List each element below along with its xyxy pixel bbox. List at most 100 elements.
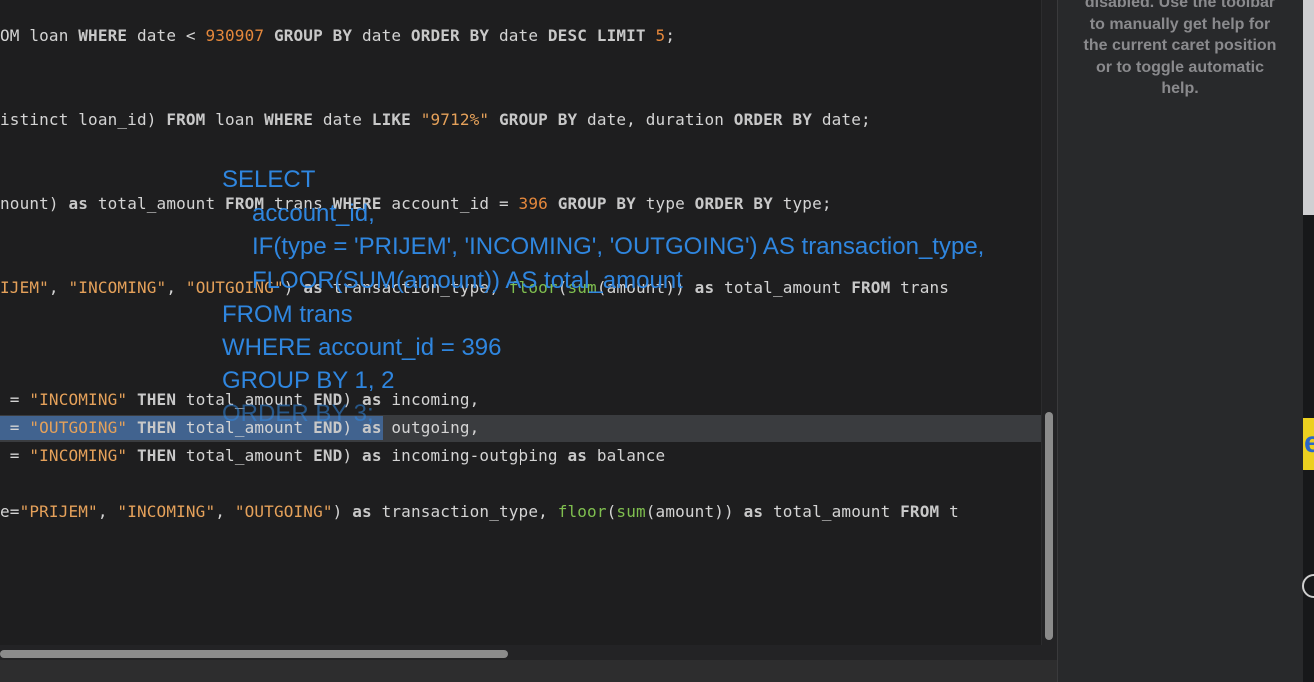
code-token: WHERE — [78, 26, 128, 45]
status-bar — [0, 660, 1057, 682]
code-line[interactable]: istinct loan_id) FROM loan WHERE date LI… — [0, 108, 871, 132]
code-token: istinct loan_id) — [0, 110, 167, 129]
code-token: GROUP BY — [499, 110, 578, 129]
code-token: total_amount — [176, 446, 314, 465]
horizontal-scrollbar-thumb[interactable] — [0, 650, 508, 658]
code-token: date; — [812, 110, 871, 129]
code-token: = — [0, 390, 30, 409]
code-token: incoming, — [381, 390, 480, 409]
code-line[interactable]: nount) as total_amount FROM trans WHERE … — [0, 192, 832, 216]
code-token: as — [362, 446, 382, 465]
code-token: total_amount — [714, 278, 852, 297]
code-token: = — [0, 446, 30, 465]
code-token: THEN — [136, 418, 177, 437]
overlay-sql-line: FLOOR(SUM(amount)) AS total_amount — [252, 267, 683, 294]
help-text-line: disabled. Use the toolbar — [1084, 0, 1276, 11]
code-token: balance — [587, 446, 666, 465]
code-token: 396 — [518, 194, 548, 213]
code-token: outgoing, — [381, 418, 480, 437]
code-token: date — [489, 26, 548, 45]
overlay-sql-line: WHERE account_id = 396 — [222, 334, 502, 361]
code-token: t — [939, 502, 959, 521]
code-token: ( — [606, 502, 617, 521]
code-token: FROM — [166, 110, 206, 129]
code-token: date < — [127, 26, 206, 45]
code-token: as — [567, 446, 588, 465]
code-token: IJEM" — [0, 278, 49, 297]
code-token: as — [352, 502, 372, 521]
code-token: e= — [0, 502, 20, 521]
code-token: , — [48, 278, 69, 297]
code-token: , — [166, 278, 186, 297]
code-token: as — [68, 194, 89, 213]
code-token: "INCOMING" — [29, 446, 128, 465]
code-token: ORDER BY — [694, 194, 773, 213]
code-token: incoming-outgoing — [381, 446, 568, 465]
code-token: total_amount — [88, 194, 226, 213]
help-text-line: help. — [1161, 80, 1199, 97]
code-line[interactable]: OM loan WHERE date < 930907 GROUP BY dat… — [0, 24, 675, 48]
help-text-line: the current caret position — [1083, 37, 1277, 54]
code-token: GROUP BY — [273, 26, 353, 45]
overlay-sql-line: account_id, — [252, 200, 375, 227]
vertical-scrollbar-thumb[interactable] — [1045, 412, 1053, 640]
code-token: 5 — [655, 26, 666, 45]
context-help-message: disabled. Use the toolbar to manually ge… — [1062, 0, 1298, 100]
sql-editor[interactable]: OM loan WHERE date < 930907 GROUP BY dat… — [0, 0, 1041, 648]
overlay-sql-line: GROUP BY 1, 2 — [222, 367, 395, 394]
code-token: = — [0, 418, 30, 437]
code-token: (amount)) — [645, 502, 744, 521]
code-token: sum — [616, 502, 646, 521]
help-text-line: to manually get help for — [1089, 15, 1271, 33]
code-token: date — [352, 26, 411, 45]
code-token: , — [97, 502, 118, 521]
code-token: "OUTGOING" — [29, 418, 128, 437]
overlay-sql-line: FROM trans — [222, 301, 353, 328]
overlay-sql-line: ORDER BY 3; — [222, 400, 374, 427]
code-token: ) — [342, 446, 363, 465]
code-token: date — [313, 110, 372, 129]
code-token: type; — [772, 194, 832, 213]
code-token: ; — [665, 26, 676, 45]
code-token: THEN — [136, 446, 177, 465]
code-token: trans — [890, 278, 950, 297]
background-window-light-area — [1303, 0, 1314, 215]
context-help-panel — [1057, 0, 1304, 682]
code-token: total_amount — [763, 502, 901, 521]
code-line[interactable]: = "INCOMING" THEN total_amount END) as i… — [0, 444, 665, 468]
code-token: "INCOMING" — [29, 390, 128, 409]
code-token: DESC LIMIT — [547, 26, 646, 45]
code-line[interactable]: e="PRIJEM", "INCOMING", "OUTGOING") as t… — [0, 500, 959, 524]
background-app-badge-letter: e — [1304, 426, 1314, 459]
code-token: GROUP BY — [557, 194, 636, 213]
code-token: END — [313, 446, 343, 465]
code-token: "OUTGOING" — [234, 502, 333, 521]
code-token: 930907 — [205, 26, 265, 45]
help-text-line: or to toggle automatic — [1096, 58, 1264, 76]
code-token: loan — [205, 110, 265, 129]
code-token: "INCOMING" — [68, 278, 167, 297]
code-token: ORDER BY — [410, 26, 490, 45]
code-token: date, duration — [577, 110, 734, 129]
code-token: FROM — [851, 278, 891, 297]
overlay-sql-line: SELECT — [222, 166, 316, 193]
code-token: THEN — [136, 390, 177, 409]
code-token: account_id = — [381, 194, 519, 213]
code-token: ) — [332, 502, 353, 521]
code-token: type — [635, 194, 695, 213]
code-token: "PRIJEM" — [19, 502, 98, 521]
code-token: as — [743, 502, 764, 521]
code-token: ORDER BY — [733, 110, 813, 129]
code-token: nount) — [0, 194, 69, 213]
code-token: "9712%" — [420, 110, 490, 129]
overlay-sql-line: IF(type = 'PRIJEM', 'INCOMING', 'OUTGOIN… — [252, 233, 985, 260]
code-token: transaction_type, — [371, 502, 558, 521]
code-token: , — [215, 502, 235, 521]
code-token: "INCOMING" — [117, 502, 216, 521]
code-token: FROM — [900, 502, 940, 521]
